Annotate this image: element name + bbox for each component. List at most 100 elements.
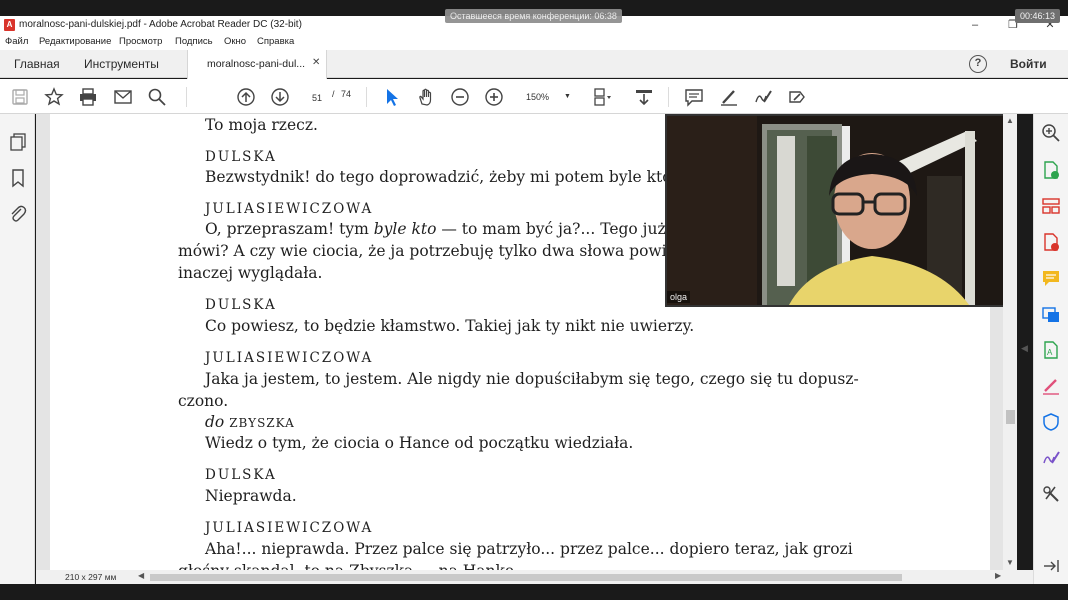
save-icon[interactable] <box>10 87 30 107</box>
toolbar-divider <box>186 87 187 107</box>
menu-view[interactable]: Просмотр <box>119 36 162 47</box>
tab-document-label: moralnosc-pani-dul... <box>207 58 306 70</box>
text-line: Wiedz o tym, że ciocia o Hance od począt… <box>205 434 634 452</box>
bookmarks-icon[interactable] <box>8 168 28 188</box>
more-tools-icon[interactable] <box>1041 484 1061 504</box>
vertical-scrollbar[interactable]: ▲ ▼ <box>1003 114 1017 570</box>
next-page-icon[interactable] <box>270 87 290 107</box>
participant-name: olga <box>667 291 691 303</box>
signin-button[interactable]: Войти <box>1010 57 1047 71</box>
right-tools-pane: A <box>1033 114 1068 584</box>
menu-sign[interactable]: Подпись <box>175 36 213 47</box>
attachments-icon[interactable] <box>8 204 28 224</box>
zoom-value: 150% <box>526 92 550 102</box>
tab-home[interactable]: Главная <box>14 50 60 78</box>
comment-tool-icon[interactable] <box>1041 268 1061 288</box>
italic-text: byle kto <box>373 220 437 238</box>
text-line: Nieprawda. <box>205 487 297 505</box>
fill-sign-icon[interactable] <box>787 87 807 107</box>
edit-pdf-icon[interactable]: A <box>1041 340 1061 360</box>
zoom-search-icon[interactable] <box>1041 123 1061 143</box>
fill-and-sign-icon[interactable] <box>1041 376 1061 396</box>
page-separator: / <box>332 89 335 99</box>
conference-timer: Оставшееся время конференции: 06:38 <box>445 9 622 23</box>
close-tab-icon[interactable]: ✕ <box>312 57 320 68</box>
speaker-name: JULIASIEWICZOWA <box>205 201 374 217</box>
scroll-right-icon[interactable]: ▶ <box>995 571 1001 580</box>
zoom-in-icon[interactable] <box>484 87 504 107</box>
previous-page-icon[interactable] <box>236 87 256 107</box>
text-line: Co powiesz, to będzie kłamstwo. Takiej j… <box>205 317 695 335</box>
text-line: czono. <box>178 392 229 410</box>
bottom-black-bar <box>0 584 1068 600</box>
horizontal-scroll-thumb[interactable] <box>150 574 902 581</box>
zoom-select[interactable]: 150% ▼ <box>518 88 574 106</box>
create-pdf-icon[interactable] <box>1041 232 1061 252</box>
svg-text:A: A <box>1047 348 1053 357</box>
stage-direction: do ZBYSZKA <box>205 413 295 431</box>
scroll-mode-icon[interactable] <box>634 87 654 107</box>
text-segment: O, przepraszam! tym <box>205 220 374 238</box>
highlight-pen-icon[interactable] <box>719 87 739 107</box>
menu-file[interactable]: Файл <box>5 36 28 47</box>
page-layout-icon[interactable] <box>592 87 612 107</box>
text-line: Jaka ja jestem, to jestem. Ale nigdy nie… <box>205 370 859 388</box>
share-icon[interactable] <box>1041 304 1061 324</box>
bookmark-star-icon[interactable] <box>44 87 64 107</box>
acrobat-icon: A <box>4 19 15 31</box>
toolbar-divider <box>668 87 669 107</box>
page-total: 74 <box>341 89 352 99</box>
speaker-name: JULIASIEWICZOWA <box>205 350 374 366</box>
page-thumbnails-icon[interactable] <box>8 132 28 152</box>
stage-direction-name: ZBYSZKA <box>229 416 295 430</box>
comment-icon[interactable] <box>684 87 704 107</box>
video-frame-image <box>667 116 1004 305</box>
menu-help[interactable]: Справка <box>257 36 294 47</box>
scroll-down-icon[interactable]: ▼ <box>1006 558 1014 567</box>
toolbar-divider <box>366 87 367 107</box>
print-icon[interactable] <box>78 87 98 107</box>
tab-document[interactable]: moralnosc-pani-dul... ✕ <box>187 50 327 79</box>
toolbar: 51 / 74 150% ▼ <box>0 79 1068 114</box>
scroll-up-icon[interactable]: ▲ <box>1006 116 1014 125</box>
speaker-name: DULSKA <box>205 149 277 165</box>
organize-pages-icon[interactable] <box>1041 196 1061 216</box>
hand-tool-icon[interactable] <box>416 87 436 107</box>
collapse-right-panel-icon[interactable]: ◀ <box>1021 343 1028 354</box>
vertical-scroll-thumb[interactable] <box>1006 410 1015 424</box>
page-size-label: 210 x 297 мм <box>65 572 117 582</box>
speaker-name: DULSKA <box>205 297 277 313</box>
send-for-signature-icon[interactable] <box>1041 448 1061 468</box>
left-sidebar <box>0 114 35 584</box>
video-feed[interactable] <box>665 114 1006 307</box>
page-number-input[interactable]: 51 <box>303 88 331 106</box>
search-icon[interactable] <box>147 87 167 107</box>
protect-icon[interactable] <box>1041 412 1061 432</box>
speaker-name: DULSKA <box>205 467 277 483</box>
window-title: moralnosc-pani-dulskiej.pdf - Adobe Acro… <box>19 19 302 30</box>
zoom-out-icon[interactable] <box>450 87 470 107</box>
expand-panel-icon[interactable] <box>1041 556 1061 576</box>
export-pdf-icon[interactable] <box>1041 160 1061 180</box>
email-icon[interactable] <box>113 87 133 107</box>
clock-badge: 00:46:13 <box>1015 9 1061 23</box>
menu-window[interactable]: Окно <box>224 36 246 47</box>
chevron-down-icon: ▼ <box>564 93 571 100</box>
tab-bar: Главная Инструменты moralnosc-pani-dul..… <box>0 50 1068 79</box>
speaker-name: JULIASIEWICZOWA <box>205 520 374 536</box>
sign-icon[interactable] <box>753 87 773 107</box>
italic-text: do <box>205 413 225 431</box>
select-cursor-icon[interactable] <box>382 87 402 107</box>
menu-bar: Файл Редактирование Просмотр Подпись Окн… <box>0 34 1068 50</box>
text-line: Bezwstydnik! do tego doprowadzić, żeby m… <box>205 168 712 186</box>
minimize-button[interactable]: – <box>968 18 982 32</box>
menu-edit[interactable]: Редактирование <box>39 36 111 47</box>
help-button[interactable]: ? <box>969 55 987 73</box>
text-line: Aha!... nieprawda. Przez palce się patrz… <box>205 540 853 558</box>
text-line: mówi? A czy wie ciocia, że ja potrzebuję… <box>178 242 746 260</box>
text-line: To moja rzecz. <box>205 116 318 134</box>
scroll-left-icon[interactable]: ◀ <box>138 571 144 580</box>
app-root: Оставшееся время конференции: 06:38 00:4… <box>0 0 1068 600</box>
text-line: inaczej wyglądała. <box>178 264 323 282</box>
tab-tools[interactable]: Инструменты <box>84 50 159 78</box>
